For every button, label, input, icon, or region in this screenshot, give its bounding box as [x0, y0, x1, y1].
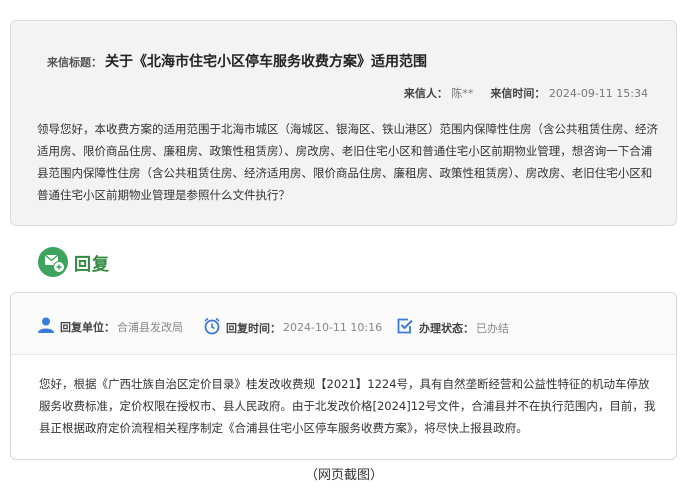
reply-body: 您好，根据《广西壮族自治区定价目录》桂发改收费规【2021】1224号，具有自然…: [39, 377, 656, 435]
reply-card: 回复单位： 合浦县发改局 回复时间： 2024-10-11 10:16 办理状态…: [10, 292, 677, 460]
letter-title-row: 来信标题： 关于《北海市住宅小区停车服务收费方案》适用范围: [47, 51, 427, 71]
reply-status-value: 已办结: [476, 321, 509, 335]
reply-header-label: 回复: [74, 254, 110, 275]
reply-unit: 回复单位： 合浦县发改局: [37, 317, 183, 336]
reply-unit-label: 回复单位：: [60, 320, 115, 334]
letter-title-label: 来信标题：: [47, 56, 102, 69]
reply-status: 办理状态： 已办结: [396, 317, 509, 338]
letter-card: 来信标题： 关于《北海市住宅小区停车服务收费方案》适用范围 来信人： 陈** 来…: [10, 20, 677, 226]
reply-time-value: 2024-10-11 10:16: [283, 321, 383, 334]
reply-time-label: 回复时间：: [226, 321, 281, 335]
letter-time-value: 2024-09-11 15:34: [548, 87, 648, 100]
check-doc-icon: [396, 317, 414, 338]
sender-value: 陈**: [451, 87, 474, 100]
letter-body: 领导您好，本收费方案的适用范围于北海市城区（海城区、银海区、铁山港区）范围内保障…: [37, 122, 658, 202]
reply-header: 回复: [38, 247, 110, 277]
reply-status-label: 办理状态：: [419, 321, 474, 335]
alarm-clock-icon: [203, 317, 221, 338]
letter-time-label: 来信时间：: [490, 87, 546, 100]
user-icon: [37, 317, 55, 336]
reply-unit-value: 合浦县发改局: [117, 320, 183, 334]
reply-meta-bar: 回复单位： 合浦县发改局 回复时间： 2024-10-11 10:16 办理状态…: [11, 293, 676, 355]
letter-meta: 来信人： 陈** 来信时间： 2024-09-11 15:34: [404, 85, 648, 101]
letter-title: 关于《北海市住宅小区停车服务收费方案》适用范围: [105, 54, 427, 70]
reply-envelope-icon: [38, 247, 68, 277]
reply-time: 回复时间： 2024-10-11 10:16: [203, 317, 382, 338]
sender-label: 来信人：: [403, 87, 448, 100]
screenshot-caption: （网页截图）: [304, 468, 383, 483]
